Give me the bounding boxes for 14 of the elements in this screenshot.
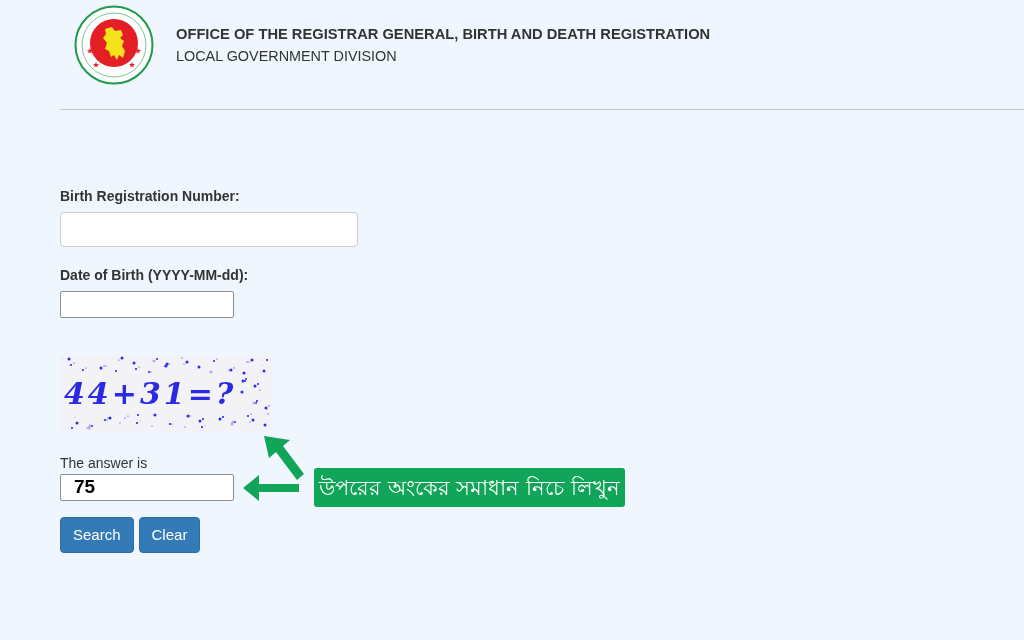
arrow-up-left-icon xyxy=(264,436,304,480)
division-subtitle: LOCAL GOVERNMENT DIVISION xyxy=(176,47,398,66)
answer-input[interactable]: 75 xyxy=(60,474,234,501)
answer-label: The answer is xyxy=(60,454,148,473)
office-title: OFFICE OF THE REGISTRAR GENERAL, BIRTH AND DEATH REGISTRATION xyxy=(176,25,711,44)
captcha-text: 44+31=? xyxy=(64,375,237,412)
registration-number-input[interactable] xyxy=(60,212,358,247)
clear-button[interactable]: Clear xyxy=(138,517,201,553)
field-label: Birth Registration Number: xyxy=(60,187,240,206)
annotation-label: উপরের অংকের সমাধান নিচে লিখুন xyxy=(314,468,625,507)
date-of-birth-input[interactable] xyxy=(60,291,234,318)
arrow-left-icon xyxy=(243,475,299,501)
field-label: Date of Birth (YYYY-MM-dd): xyxy=(60,266,249,285)
search-button[interactable]: Search xyxy=(60,517,134,553)
